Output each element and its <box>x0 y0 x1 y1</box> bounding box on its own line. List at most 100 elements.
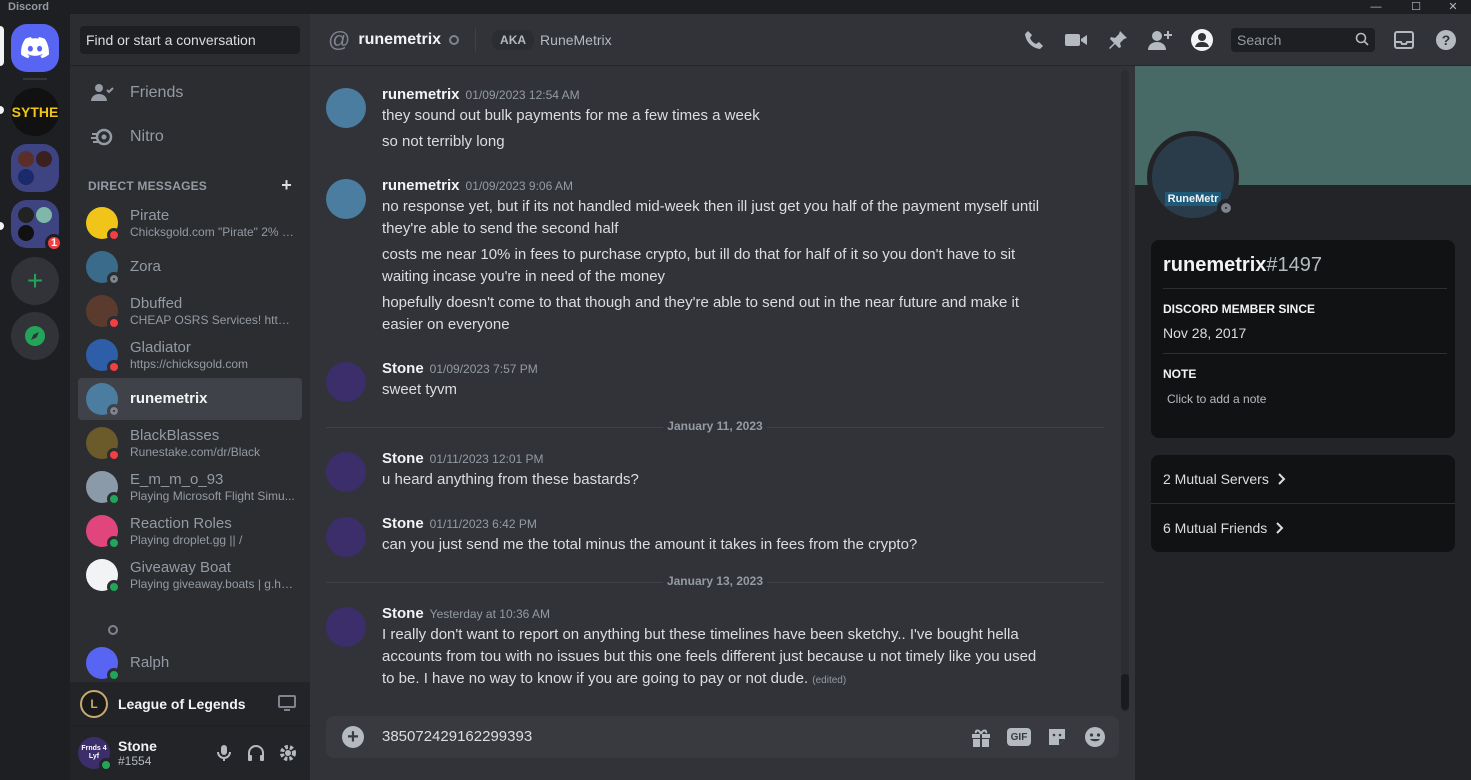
server-mini-icon <box>18 169 34 185</box>
divider <box>1151 503 1455 504</box>
home-button[interactable] <box>11 24 59 72</box>
dm-item-emmo93[interactable]: E_m_m_o_93 Playing Microsoft Flight Simu.… <box>78 466 302 508</box>
message-text: no response yet, but if its not handled … <box>382 198 1040 215</box>
create-dm-button[interactable]: + <box>281 176 292 194</box>
member-since-date: Nov 28, 2017 <box>1163 325 1247 341</box>
offline-status-icon <box>449 34 460 45</box>
dm-item-zora[interactable]: Zora <box>78 246 302 288</box>
offline-status-icon <box>107 272 121 286</box>
dm-item-blackblasses[interactable]: BlackBlasses Runestake.com/dr/Black <box>78 422 302 464</box>
profile-name: runemetrix <box>1163 254 1267 276</box>
online-status-icon <box>107 492 121 506</box>
server-mini-icon <box>18 207 34 223</box>
dm-item-giveaway-boat[interactable]: Giveaway Boat Playing giveaway.boats | g.… <box>78 554 302 596</box>
server-folder-1[interactable] <box>11 144 59 192</box>
nav-friends-label: Friends <box>130 84 184 101</box>
dnd-status-icon <box>107 316 121 330</box>
server-separator <box>23 78 47 80</box>
emoji-icon[interactable] <box>1083 725 1107 749</box>
divider <box>1163 288 1447 289</box>
message-text: they're able to send the second half <box>382 220 619 237</box>
avatar <box>86 295 121 330</box>
message-composer[interactable]: + 385072429162299393 GIF <box>326 716 1119 758</box>
message-author[interactable]: Stone <box>382 605 424 622</box>
gift-icon[interactable] <box>969 725 993 749</box>
scrollbar-track[interactable] <box>1121 70 1129 712</box>
screen-share-icon[interactable] <box>278 694 296 717</box>
author-avatar[interactable] <box>326 362 366 402</box>
mutuals-card: 2 Mutual Servers 6 Mutual Friends <box>1151 455 1455 552</box>
message-author[interactable]: Stone <box>382 450 424 467</box>
mutual-friends-button[interactable]: 6 Mutual Friends <box>1163 520 1285 536</box>
author-avatar[interactable] <box>326 517 366 557</box>
add-server-button[interactable]: + <box>11 257 59 305</box>
help-icon[interactable]: ? <box>1433 27 1459 53</box>
message-text: to be. I have no way to know if you are … <box>382 668 1072 692</box>
dm-item-pirate[interactable]: Pirate Chicksgold.com "Pirate" 2% of... <box>78 202 302 244</box>
dm-status-text: Playing droplet.gg || / <box>130 533 243 547</box>
headphones-icon[interactable] <box>244 741 268 765</box>
sticker-icon[interactable] <box>1045 725 1069 749</box>
upload-plus-icon[interactable]: + <box>342 726 364 748</box>
activity-panel[interactable]: L League of Legends <box>70 682 310 726</box>
dm-item-dbuffed[interactable]: Dbuffed CHEAP OSRS Services! https:... <box>78 290 302 332</box>
nav-nitro[interactable]: Nitro <box>78 116 302 158</box>
inbox-icon[interactable] <box>1391 27 1417 53</box>
author-avatar[interactable] <box>326 179 366 219</box>
profile-info-card: runemetrix#1497 Discord Member Since Nov… <box>1151 240 1455 438</box>
message-timestamp: 01/11/2023 6:42 PM <box>429 517 537 531</box>
conversation-search-input[interactable]: Find or start a conversation <box>80 26 300 54</box>
gif-button[interactable]: GIF <box>1007 728 1031 746</box>
voice-call-icon[interactable] <box>1021 27 1047 53</box>
add-friend-icon[interactable] <box>1147 27 1173 53</box>
message-author[interactable]: runemetrix <box>382 177 460 194</box>
message-author[interactable]: Stone <box>382 515 424 532</box>
dm-item-gladiator[interactable]: Gladiator https://chicksgold.com <box>78 334 302 376</box>
message-search-input[interactable]: Search <box>1231 28 1375 52</box>
scrollbar-thumb[interactable] <box>1121 674 1129 710</box>
dm-status-text: https://chicksgold.com <box>130 357 249 371</box>
member-since-label: Discord Member Since <box>1163 302 1316 316</box>
user-profile-icon[interactable] <box>1189 27 1215 53</box>
video-call-icon[interactable] <box>1063 27 1089 53</box>
user-avatar[interactable]: Frnds 4 Lyf <box>78 737 113 772</box>
avatar <box>86 339 121 374</box>
avatar <box>86 515 121 550</box>
author-avatar[interactable] <box>326 88 366 128</box>
note-input[interactable]: Click to add a note <box>1167 392 1266 406</box>
dm-name: Reaction Roles <box>130 515 232 532</box>
message-author[interactable]: Stone <box>382 360 424 377</box>
dm-item-reaction-roles[interactable]: Reaction Roles Playing droplet.gg || / <box>78 510 302 552</box>
message-text: I really don't want to report on anythin… <box>382 626 1019 643</box>
author-avatar[interactable] <box>326 607 366 647</box>
mutual-servers-button[interactable]: 2 Mutual Servers <box>1163 471 1287 487</box>
selected-indicator <box>0 26 4 66</box>
server-folder-2[interactable]: 1 <box>11 200 63 252</box>
author-avatar[interactable] <box>326 452 366 492</box>
dm-item-ralph[interactable]: Ralph <box>78 642 302 684</box>
chat-recipient-name[interactable]: runemetrix <box>358 31 441 49</box>
header-divider <box>475 27 477 52</box>
message-timestamp: 01/09/2023 12:54 AM <box>465 88 580 102</box>
aka-name: RuneMetrix <box>540 31 612 48</box>
avatar <box>86 427 121 462</box>
nitro-icon <box>90 125 114 149</box>
maximize-button[interactable]: ☐ <box>1401 0 1431 14</box>
compass-icon <box>25 326 45 346</box>
explore-servers-button[interactable] <box>11 312 59 360</box>
nav-friends[interactable]: Friends <box>78 72 302 114</box>
minimize-button[interactable]: — <box>1361 0 1391 14</box>
close-window-button[interactable]: ✕ <box>1438 0 1468 14</box>
message-author[interactable]: runemetrix <box>382 86 460 103</box>
pin-icon[interactable] <box>1105 27 1131 53</box>
message-timestamp: Yesterday at 10:36 AM <box>429 607 550 621</box>
server-mini-icon <box>18 151 34 167</box>
microphone-icon[interactable] <box>212 741 236 765</box>
server-sythe[interactable]: SYTHE <box>11 88 59 136</box>
settings-gear-icon[interactable] <box>276 741 300 765</box>
online-status-icon <box>107 668 121 682</box>
message-input[interactable]: 385072429162299393 <box>382 728 532 745</box>
profile-avatar[interactable]: RuneMetr <box>1147 131 1239 223</box>
profile-avatar-text: RuneMetr <box>1164 192 1222 206</box>
dm-item-runemetrix[interactable]: runemetrix <box>78 378 302 420</box>
